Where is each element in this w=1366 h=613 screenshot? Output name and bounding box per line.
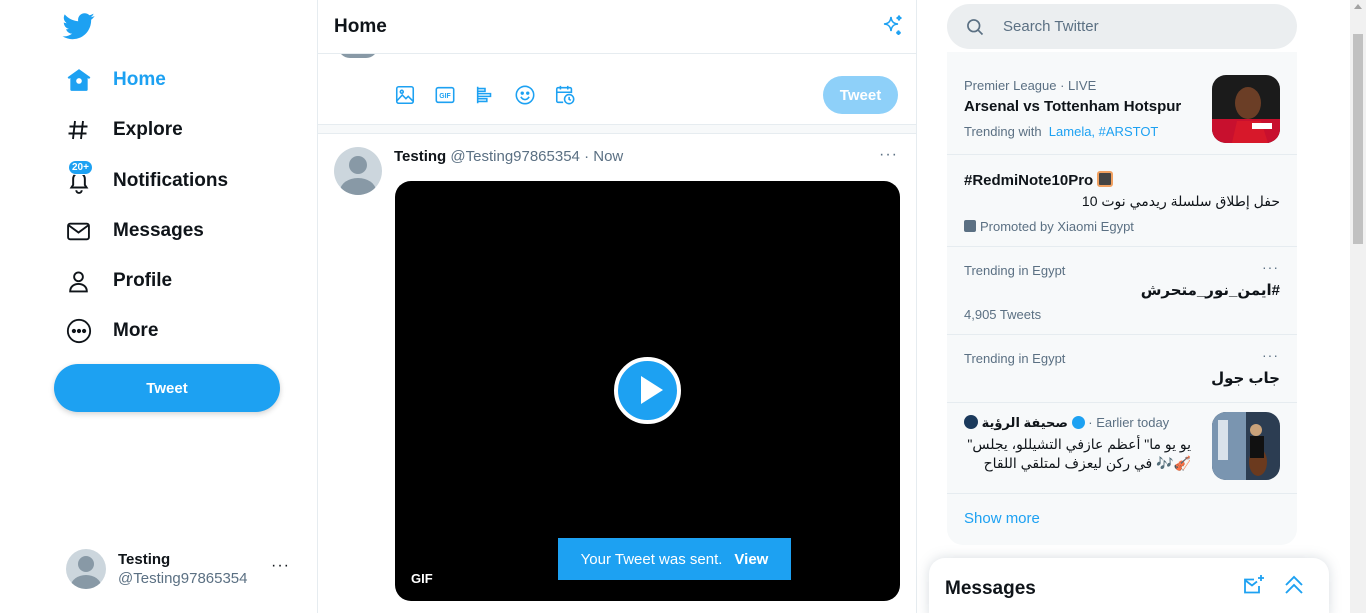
toast-view-link[interactable]: View xyxy=(734,551,768,568)
promoted-label: Promoted by Xiaomi Egypt xyxy=(964,219,1134,234)
search-icon xyxy=(967,18,984,35)
trend-title: #RedmiNote10Pro xyxy=(964,171,1114,189)
svg-text:GIF: GIF xyxy=(439,93,450,100)
tweet-author-handle[interactable]: @Testing97865354 xyxy=(450,148,580,165)
twitter-app: Home Explore 20+ Notifications Messages xyxy=(0,0,1366,613)
trend-more-icon[interactable]: ··· xyxy=(1262,259,1279,275)
news-item[interactable]: صحيفة الرؤية · Earlier today يو يو ما" أ… xyxy=(947,403,1297,494)
new-message-icon[interactable] xyxy=(1242,573,1266,597)
tweet-header: Testing @Testing97865354 · Now xyxy=(394,148,623,165)
nav-notifications[interactable]: 20+ Notifications xyxy=(58,159,228,203)
tweet-sent-toast: Your Tweet was sent. View xyxy=(558,538,791,580)
nav-home-label: Home xyxy=(113,69,166,90)
trend-title: Arsenal vs Tottenham Hotspur xyxy=(964,98,1182,115)
scroll-thumb[interactable] xyxy=(1353,34,1363,244)
show-more-link[interactable]: Show more xyxy=(964,510,1040,527)
envelope-icon xyxy=(58,216,100,246)
search-bar[interactable] xyxy=(947,4,1297,49)
trend-item[interactable]: Trending in Egypt ··· جاب جول xyxy=(947,335,1297,403)
page-scrollbar[interactable] xyxy=(1350,0,1366,613)
search-input[interactable] xyxy=(1003,18,1253,35)
nav-notifications-label: Notifications xyxy=(113,170,229,191)
trend-meta: Trending in Egypt xyxy=(964,351,1066,366)
news-source-logo-icon xyxy=(964,415,978,429)
trend-item[interactable]: Premier League · LIVE Arsenal vs Tottenh… xyxy=(947,62,1297,155)
gif-badge: GIF xyxy=(411,571,433,586)
trend-count: 4,905 Tweets xyxy=(964,307,1042,322)
promoted-trend[interactable]: #RedmiNote10Pro حفل إطلاق سلسلة ريدمي نو… xyxy=(947,155,1297,247)
news-time: · Earlier today xyxy=(1088,415,1170,430)
account-handle: @Testing97865354 xyxy=(118,570,248,587)
trend-meta: Trending in Egypt xyxy=(964,263,1066,278)
timeline-divider xyxy=(318,124,916,134)
news-source: صحيفة الرؤية · Earlier today xyxy=(964,415,1169,431)
trend-with: Trending with Lamela, #ARSTOT xyxy=(964,124,1158,139)
trend-with-links[interactable]: Lamela, #ARSTOT xyxy=(1049,124,1159,139)
nav-profile-label: Profile xyxy=(113,270,173,291)
trend-more-icon[interactable]: ··· xyxy=(1262,347,1279,363)
news-source-name: صحيفة الرؤية xyxy=(981,415,1068,430)
page-title: Home xyxy=(334,16,387,37)
play-icon[interactable] xyxy=(614,357,681,424)
toast-text: Your Tweet was sent. xyxy=(580,550,723,568)
right-sidebar: Premier League · LIVE Arsenal vs Tottenh… xyxy=(917,0,1350,613)
nav-more[interactable]: More xyxy=(58,309,158,353)
account-info: Testing @Testing97865354 xyxy=(118,550,248,588)
nav-messages-label: Messages xyxy=(113,220,204,241)
more-circle-icon xyxy=(58,316,100,346)
nav-explore[interactable]: Explore xyxy=(58,108,183,152)
news-thumbnail[interactable] xyxy=(1212,412,1280,480)
image-icon[interactable] xyxy=(394,84,416,106)
trend-title: #ايمن_نور_متحرش xyxy=(1140,282,1280,299)
nav-home[interactable]: Home xyxy=(58,58,166,102)
tweet-time[interactable]: · Now xyxy=(584,148,623,165)
tweet-avatar[interactable] xyxy=(334,147,382,195)
news-text-line1: يو يو ما" أعظم عازفي التشيللو، يجلس" xyxy=(967,436,1191,452)
chevrons-up-icon[interactable] xyxy=(1282,573,1306,597)
compose-tweet-button[interactable]: Tweet xyxy=(823,76,898,114)
scroll-up-arrow-icon[interactable] xyxy=(1354,4,1362,9)
redmi-emoji-icon xyxy=(1097,171,1114,187)
hashtag-icon xyxy=(58,115,100,145)
avatar xyxy=(66,549,106,589)
tweet-author-name[interactable]: Testing xyxy=(394,148,446,165)
trend-item[interactable]: Trending in Egypt ··· #ايمن_نور_متحرش 4,… xyxy=(947,247,1297,335)
trend-thumbnail[interactable] xyxy=(1212,75,1280,143)
promoted-by-text: Promoted by Xiaomi Egypt xyxy=(980,219,1134,234)
person-icon xyxy=(58,266,100,296)
promoted-hashtag: #RedmiNote10Pro xyxy=(964,172,1094,189)
sparkle-icon[interactable] xyxy=(880,14,904,38)
main-timeline: Home GIF Tweet Testing @Testing97865354 … xyxy=(318,0,917,613)
nav-messages[interactable]: Messages xyxy=(58,209,204,253)
bell-icon: 20+ xyxy=(58,160,100,196)
nav-more-label: More xyxy=(113,320,159,341)
emoji-icon[interactable] xyxy=(514,84,536,106)
twitter-logo-icon[interactable] xyxy=(62,10,96,42)
schedule-icon[interactable] xyxy=(554,84,576,106)
account-switcher[interactable]: Testing @Testing97865354 ··· xyxy=(66,547,302,591)
messages-title: Messages xyxy=(945,578,1036,599)
poll-icon[interactable] xyxy=(474,84,496,106)
promoted-icon xyxy=(964,220,976,232)
account-more-icon[interactable]: ··· xyxy=(271,557,290,575)
gif-icon[interactable]: GIF xyxy=(434,84,456,106)
timeline-header: Home xyxy=(318,0,916,54)
news-text-line2: 🎻🎶 في ركن ليعزف لمتلقي اللقاح xyxy=(983,455,1191,471)
account-name: Testing xyxy=(118,551,171,568)
left-sidebar: Home Explore 20+ Notifications Messages xyxy=(0,0,318,613)
trend-meta: Premier League · LIVE xyxy=(964,78,1097,93)
trends-panel: Premier League · LIVE Arsenal vs Tottenh… xyxy=(947,52,1297,545)
trend-title: جاب جول xyxy=(1211,370,1280,387)
nav-profile[interactable]: Profile xyxy=(58,259,172,303)
verified-icon xyxy=(1071,416,1085,429)
notification-badge: 20+ xyxy=(68,160,93,175)
trend-with-label: Trending with xyxy=(964,124,1042,139)
compose-box: GIF Tweet xyxy=(318,46,916,124)
nav-explore-label: Explore xyxy=(113,119,183,140)
tweet-more-icon[interactable]: ··· xyxy=(879,146,898,164)
tweet-button[interactable]: Tweet xyxy=(54,364,280,412)
promoted-subtitle: حفل إطلاق سلسلة ريدمي نوت 10 xyxy=(1081,193,1280,209)
messages-drawer[interactable]: Messages xyxy=(929,558,1329,613)
home-icon xyxy=(58,65,100,95)
